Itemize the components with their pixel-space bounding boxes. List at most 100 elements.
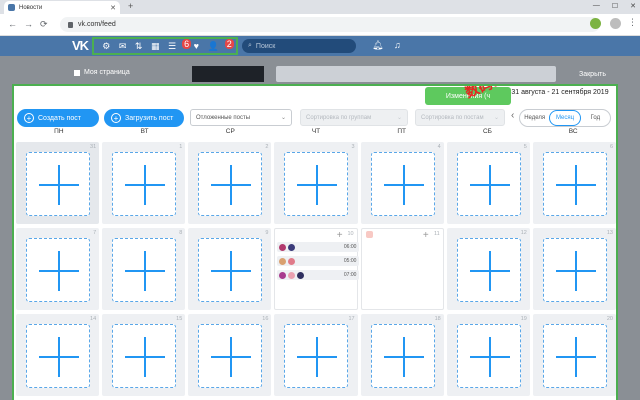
post-time: 07:00: [343, 272, 357, 278]
plus-icon: +: [111, 113, 121, 123]
day-number: 14: [90, 316, 97, 322]
upload-post-button[interactable]: + Загрузить пост: [104, 109, 184, 127]
add-post-slot[interactable]: [284, 324, 349, 388]
add-post-slot[interactable]: [542, 238, 607, 302]
scheduled-post[interactable]: 07:00: [277, 270, 360, 280]
search-icon: ⌕: [248, 42, 252, 49]
add-post-slot[interactable]: [456, 238, 521, 302]
post-sort-select[interactable]: Сортировка по постам ⌄: [415, 109, 505, 126]
add-post-slot[interactable]: [112, 238, 177, 302]
url-input[interactable]: vk.com/feed: [60, 17, 600, 32]
day-number: 1: [179, 144, 183, 150]
calendar-day: 18: [360, 314, 444, 396]
deferred-posts-select[interactable]: Отложенные посты ⌄: [190, 109, 292, 126]
scheduled-post[interactable]: 06:00: [277, 242, 360, 252]
calendar-week: 14 15 16 17 18 19 20: [16, 314, 616, 396]
user-badge: 2: [224, 38, 234, 49]
mail-icon[interactable]: ✉: [119, 41, 127, 52]
add-post-slot[interactable]: [456, 152, 521, 216]
weekday-label: ЧТ: [311, 128, 321, 135]
calendar-day: 15: [102, 314, 186, 396]
sidebar-item-my-page[interactable]: Моя страница: [74, 69, 130, 76]
bell-icon[interactable]: 🔔︎: [372, 40, 383, 51]
url-text: vk.com/feed: [78, 21, 116, 28]
weekday-header: ПН ВТ СР ЧТ ПТ СБ ВС: [16, 128, 616, 138]
minimize-button[interactable]: —: [593, 2, 600, 10]
music-icon[interactable]: ♫: [394, 40, 401, 50]
calendar-day: 2: [188, 142, 272, 224]
add-post-icon[interactable]: +: [423, 230, 429, 241]
heart-icon[interactable]: ♥: [194, 41, 199, 51]
gear-icon[interactable]: ⚙: [102, 41, 110, 52]
calendar-day: 6: [532, 142, 616, 224]
reload-icon[interactable]: ⟳: [40, 19, 48, 30]
prev-period-arrow-icon[interactable]: ‹: [511, 110, 514, 121]
day-number: 15: [176, 316, 183, 322]
view-week-button[interactable]: Неделя: [520, 110, 549, 126]
day-number: 7: [93, 230, 97, 236]
close-window-button[interactable]: ✕: [630, 2, 636, 10]
add-post-slot[interactable]: [284, 152, 349, 216]
add-post-slot[interactable]: [26, 238, 90, 302]
add-post-slot[interactable]: [542, 324, 607, 388]
post-time: 05:00: [343, 258, 357, 264]
tab-title: Новости: [19, 4, 43, 11]
transfer-icon[interactable]: ⇅: [135, 41, 143, 52]
vk-logo[interactable]: VK: [72, 38, 89, 53]
post-time: 06:00: [343, 244, 357, 250]
add-post-slot[interactable]: [542, 152, 607, 216]
view-month-button[interactable]: Месяц: [549, 110, 581, 126]
chevron-down-icon: ⌄: [396, 115, 402, 121]
extension-toolbar: ⚙ ✉ ⇅ ▦ ☰ 6 ♥ 👤 2: [92, 37, 238, 55]
forward-arrow-icon[interactable]: →: [24, 19, 33, 29]
menu-dots-icon[interactable]: ⋮: [628, 17, 637, 28]
weekday-label: ПТ: [397, 128, 407, 135]
calendar-day-with-posts: + 11: [360, 228, 444, 310]
scheduled-post[interactable]: 05:00: [277, 256, 360, 266]
add-post-slot[interactable]: [26, 324, 90, 388]
new-tab-button[interactable]: +: [128, 1, 133, 11]
add-post-slot[interactable]: [112, 324, 177, 388]
add-post-slot[interactable]: [198, 152, 263, 216]
sidebar-item-label: Моя страница: [84, 69, 130, 76]
day-number: 12: [520, 230, 527, 236]
post-preview-icon[interactable]: [365, 231, 373, 238]
day-number: 31: [90, 144, 97, 150]
vk-favicon-icon: [8, 4, 15, 11]
add-post-slot[interactable]: [198, 238, 263, 302]
day-number: 9: [265, 230, 269, 236]
deferred-select-value: Отложенные посты: [196, 114, 251, 121]
user-icon[interactable]: 👤 2: [207, 38, 234, 52]
view-year-button[interactable]: Год: [581, 110, 610, 126]
calendar-day: 31: [16, 142, 100, 224]
add-post-icon[interactable]: +: [337, 230, 343, 241]
address-bar-row: ← → ⟳ vk.com/feed: [0, 14, 640, 36]
add-post-slot[interactable]: [370, 324, 435, 388]
search-input[interactable]: ⌕ Поиск: [242, 39, 356, 53]
add-post-slot[interactable]: [370, 152, 435, 216]
add-post-slot[interactable]: [198, 324, 263, 388]
tab-close-icon[interactable]: ✕: [110, 4, 116, 12]
create-post-button[interactable]: + Создать пост: [17, 109, 99, 127]
group-sort-select[interactable]: Сортировка по группам ⌄: [300, 109, 408, 126]
calendar-day: 16: [188, 314, 272, 396]
profile-avatar[interactable]: [610, 18, 621, 29]
extension-icon[interactable]: [590, 18, 601, 29]
maximize-button[interactable]: ☐: [612, 2, 618, 10]
close-button[interactable]: Закрыть: [579, 71, 606, 78]
add-post-slot[interactable]: [456, 324, 521, 388]
back-arrow-icon[interactable]: ←: [8, 19, 17, 29]
upload-post-label: Загрузить пост: [125, 114, 174, 122]
day-number: 19: [520, 316, 527, 322]
list-icon[interactable]: ☰ 6: [168, 38, 192, 52]
calendar-day: 5: [446, 142, 530, 224]
create-post-label: Создать пост: [38, 114, 81, 122]
add-post-slot[interactable]: [26, 152, 90, 216]
avatar: [288, 271, 296, 279]
calendar-weeks: 31 1 2 3 4 5 6 7 8 9 + 10 06:00 05:00 07…: [16, 142, 616, 400]
add-post-slot[interactable]: [112, 152, 177, 216]
day-number: 17: [348, 316, 355, 322]
calendar-icon[interactable]: ▦: [151, 41, 160, 52]
browser-tab[interactable]: Новости ✕: [4, 1, 120, 14]
calendar-day: 13: [532, 228, 616, 310]
